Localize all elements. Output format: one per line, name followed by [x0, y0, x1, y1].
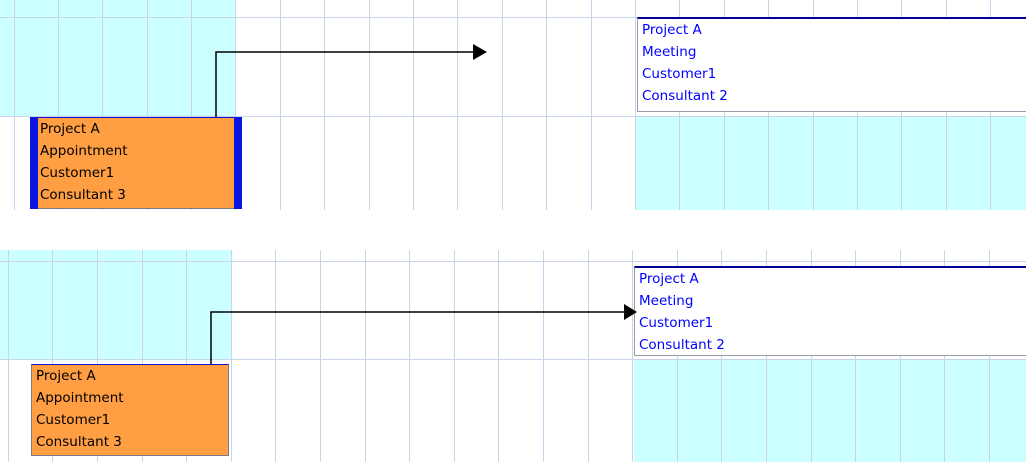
arrowhead-icon	[624, 304, 637, 320]
scheduler-view-bottom: Project A Meeting Customer1 Consultant 2…	[0, 250, 1026, 462]
scheduler-view-top: Project A Meeting Customer1 Consultant 2…	[0, 0, 1026, 210]
dependency-connector[interactable]	[0, 250, 1026, 462]
dependency-connector[interactable]	[0, 0, 1026, 210]
arrowhead-icon	[473, 44, 487, 60]
